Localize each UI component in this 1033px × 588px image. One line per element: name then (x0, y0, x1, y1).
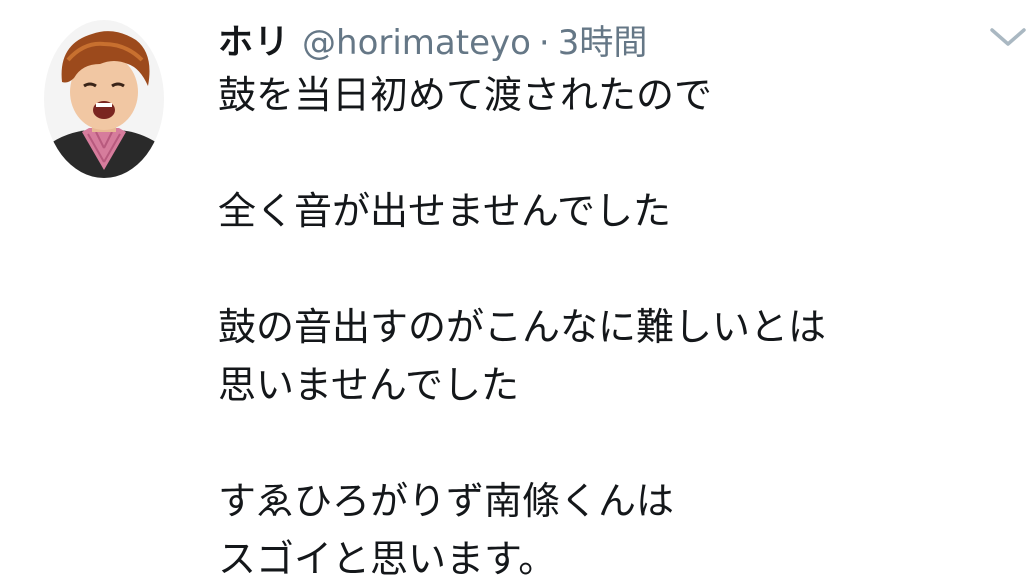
tweet-header: ホリ @horimateyo · 3時間 (218, 14, 647, 64)
display-name[interactable]: ホリ (218, 14, 290, 65)
chevron-down-icon[interactable] (986, 22, 1030, 52)
separator-dot: · (538, 23, 550, 63)
timestamp[interactable]: 3時間 (558, 15, 648, 64)
tweet-text: 鼓を当日初めて渡されたので 全く音が出せませんでした 鼓の音出すのがこんなに難し… (218, 73, 827, 581)
tweet: ホリ @horimateyo · 3時間 鼓を当日初めて渡されたので 全く音が出… (0, 0, 1033, 581)
avatar[interactable] (44, 20, 164, 178)
user-handle[interactable]: @horimateyo (302, 23, 531, 63)
